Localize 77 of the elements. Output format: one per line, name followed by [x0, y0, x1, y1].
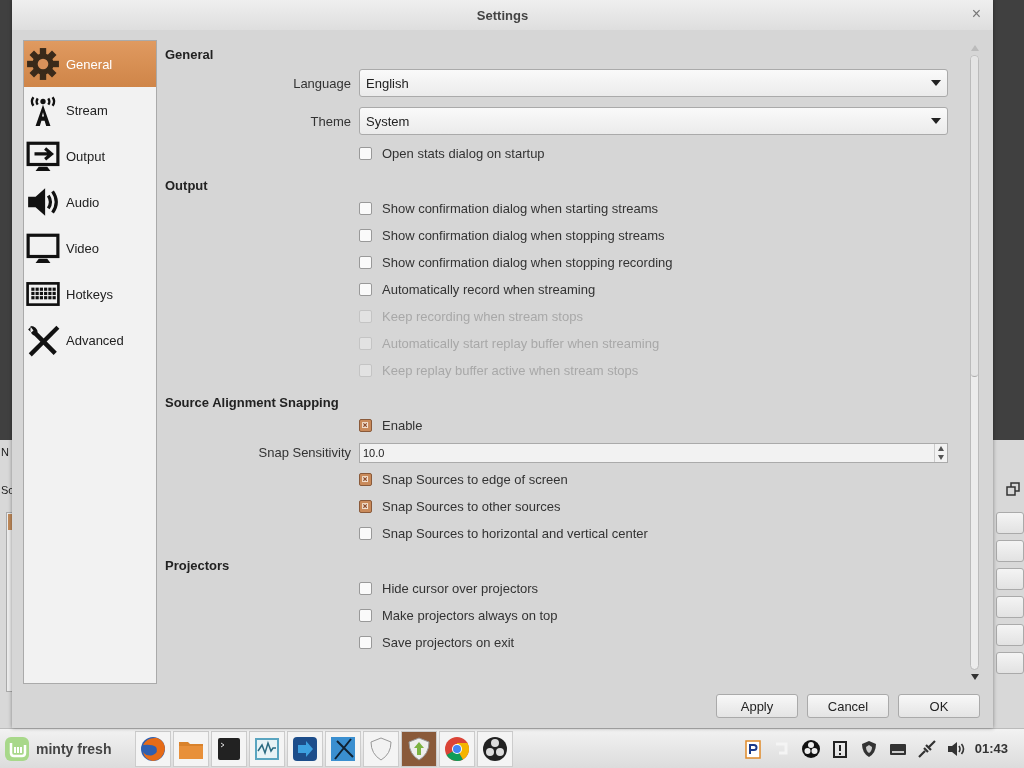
- checkbox-label: Snap Sources to horizontal and vertical center: [382, 526, 648, 541]
- taskbar-launcher[interactable]: [325, 730, 362, 767]
- checkbox[interactable]: [359, 582, 372, 595]
- section-heading: General: [165, 46, 215, 64]
- sidebar-item[interactable]: Audio: [24, 179, 156, 225]
- checkbox[interactable]: [359, 202, 372, 215]
- checkbox[interactable]: [359, 256, 372, 269]
- background-button[interactable]: [996, 512, 1024, 534]
- caret-icon: [931, 80, 941, 86]
- globe-fox-icon: [139, 734, 168, 763]
- checkbox-label: Snap Sources to other sources: [382, 499, 561, 514]
- field-label: Language: [292, 75, 351, 91]
- dialog-button[interactable]: Apply: [716, 694, 798, 718]
- section-heading: Projectors: [165, 557, 231, 575]
- background-button[interactable]: [996, 652, 1024, 674]
- gear-icon: [26, 47, 60, 81]
- field-label: Snap Sensitivity: [257, 445, 351, 460]
- dialog-button[interactable]: OK: [898, 694, 980, 718]
- window-title: Settings: [476, 7, 529, 23]
- restore-icon[interactable]: [1006, 482, 1020, 496]
- obs-icon: [481, 734, 510, 763]
- taskbar-launcher[interactable]: [287, 730, 324, 767]
- background-label: N: [1, 446, 9, 458]
- checkbox[interactable]: [359, 419, 372, 432]
- section-heading: Output: [165, 177, 209, 195]
- checkbox[interactable]: [359, 147, 372, 160]
- checkbox-label: Hide cursor over projectors: [382, 581, 539, 596]
- sidebar-item[interactable]: Stream: [24, 87, 156, 133]
- sidebar-item[interactable]: Video: [24, 225, 156, 271]
- checkbox-label: Automatically record when streaming: [382, 282, 596, 297]
- tools-icon: [26, 323, 60, 357]
- checkbox-label: Show confirmation dialog when stopping streams: [382, 228, 665, 243]
- taskbar-launcher[interactable]: [211, 730, 248, 767]
- background-button[interactable]: [996, 540, 1024, 562]
- checkbox-label: Show confirmation dialog when stopping recording: [382, 255, 673, 270]
- checkbox[interactable]: [359, 636, 372, 649]
- dialog-button[interactable]: Cancel: [807, 694, 889, 718]
- start-menu-button[interactable]: minty fresh: [4, 731, 118, 766]
- checkbox[interactable]: [359, 527, 372, 540]
- arrow-app-icon: [291, 734, 320, 763]
- scrollbar[interactable]: [970, 45, 980, 680]
- checkbox[interactable]: [359, 473, 372, 486]
- sidebar-item[interactable]: Hotkeys: [24, 271, 156, 317]
- dropdown[interactable]: System: [359, 107, 948, 135]
- field-label: Theme: [309, 113, 351, 129]
- checkbox[interactable]: [359, 609, 372, 622]
- checkbox-label: Save projectors on exit: [382, 635, 515, 650]
- sidebar-item[interactable]: Output: [24, 133, 156, 179]
- clock: 01:43: [974, 741, 1008, 756]
- caret-icon: [931, 118, 941, 124]
- number-field[interactable]: 10.0: [359, 442, 948, 463]
- scroll-down-icon[interactable]: [971, 674, 979, 680]
- background-button[interactable]: [996, 568, 1024, 590]
- spin-arrows-icon[interactable]: [934, 443, 947, 462]
- network-plug-icon[interactable]: [916, 738, 937, 759]
- checkbox-label: Make projectors always on top: [382, 608, 558, 623]
- monitor-arrow-icon: [26, 139, 60, 173]
- chrome-icon: [443, 734, 472, 763]
- checkbox-label: Show confirmation dialog when starting streams: [382, 201, 659, 216]
- checkbox[interactable]: [359, 229, 372, 242]
- monitor-icon: [26, 231, 60, 265]
- checkbox-label: Enable: [382, 418, 423, 433]
- mint-logo-icon: [4, 735, 30, 762]
- background-button[interactable]: [996, 624, 1024, 646]
- close-button[interactable]: ×: [971, 6, 981, 22]
- checkbox[interactable]: [359, 283, 372, 296]
- checkbox-label: Snap Sources to edge of screen: [382, 472, 568, 487]
- taskbar-launcher[interactable]: [477, 730, 514, 767]
- section-heading: Source Alignment Snapping: [165, 394, 340, 412]
- checkbox-label: Open stats dialog on startup: [382, 146, 545, 161]
- clipboard-icon[interactable]: [742, 738, 763, 759]
- sidebar-item[interactable]: Advanced: [24, 317, 156, 363]
- obs-icon[interactable]: [800, 738, 821, 759]
- background-button[interactable]: [996, 596, 1024, 618]
- checkbox[interactable]: [359, 500, 372, 513]
- dropdown[interactable]: English: [359, 69, 948, 97]
- vista-app-icon: [329, 734, 358, 763]
